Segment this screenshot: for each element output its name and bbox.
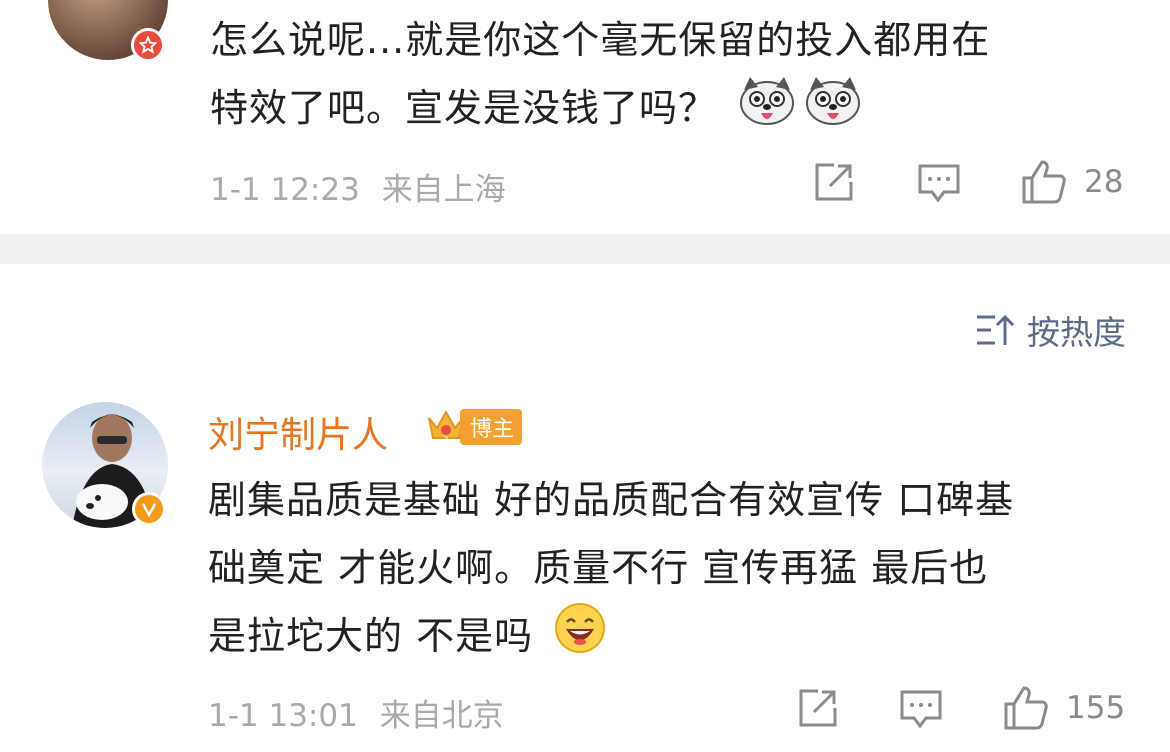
verified-badge-icon bbox=[132, 492, 166, 526]
reply-button[interactable] bbox=[916, 160, 962, 206]
comment-text-segment: 特效了吧。宣发是没钱了吗？ bbox=[210, 86, 718, 130]
comment-time: 1-1 12:23 bbox=[210, 172, 360, 208]
share-button[interactable] bbox=[796, 686, 840, 730]
thumbs-up-icon bbox=[1022, 160, 1066, 204]
husky-emoji-icon bbox=[804, 75, 862, 146]
comment-text-line: 剧集品质是基础 好的品质配合有效宣传 口碑基 bbox=[208, 478, 1015, 522]
verified-badge-icon bbox=[131, 28, 165, 62]
share-icon bbox=[799, 689, 837, 727]
like-count: 28 bbox=[1084, 164, 1124, 200]
sort-label: 按热度 bbox=[1027, 313, 1126, 352]
like-button[interactable]: 155 bbox=[1002, 684, 1125, 732]
comment-location: 来自北京 bbox=[379, 698, 504, 734]
like-count: 155 bbox=[1066, 690, 1126, 726]
comment-item: 刘宁制片人 7 博主 剧集品质是基础 好的品质配合有效宣传 口碑基 础奠定 才能… bbox=[0, 380, 1170, 752]
comment-text: 怎么说呢...就是你这个毫无保留的投入都用在 特效了吧。宣发是没钱了吗？ bbox=[210, 6, 1130, 146]
comment-text-segment: 是拉坨大的 不是吗 bbox=[208, 614, 534, 658]
blogger-badge: 7 博主 bbox=[426, 408, 523, 446]
like-button[interactable]: 28 bbox=[1020, 158, 1123, 206]
laughing-emoji-icon bbox=[554, 602, 606, 675]
comment-text-line: 特效了吧。宣发是没钱了吗？ bbox=[210, 74, 1130, 146]
sort-by-hot-button[interactable]: 按热度 bbox=[975, 306, 1126, 354]
comment-location: 来自上海 bbox=[381, 172, 506, 208]
comment-icon bbox=[918, 164, 960, 203]
sort-icon bbox=[977, 314, 1015, 345]
comment-time: 1-1 13:01 bbox=[208, 698, 358, 734]
comment-text-line: 是拉坨大的 不是吗 bbox=[208, 602, 1148, 675]
svg-text:7: 7 bbox=[443, 436, 449, 446]
husky-emoji-icon bbox=[738, 75, 796, 146]
comment-text-line: 础奠定 才能火啊。质量不行 宣传再猛 最后也 bbox=[208, 546, 989, 590]
thumbs-up-icon bbox=[1004, 686, 1048, 730]
section-divider bbox=[0, 234, 1170, 264]
comment-icon bbox=[900, 690, 942, 729]
comment-item: 怎么说呢...就是你这个毫无保留的投入都用在 特效了吧。宣发是没钱了吗？ 1-1… bbox=[0, 0, 1170, 234]
share-icon bbox=[815, 163, 853, 201]
comment-meta: 1-1 13:01 来自北京 bbox=[208, 690, 504, 735]
username-link[interactable]: 刘宁制片人 bbox=[208, 406, 388, 458]
comment-text: 剧集品质是基础 好的品质配合有效宣传 口碑基 础奠定 才能火啊。质量不行 宣传再… bbox=[208, 466, 1148, 675]
blogger-tag: 博主 bbox=[460, 409, 523, 445]
comment-meta: 1-1 12:23 来自上海 bbox=[210, 164, 506, 209]
reply-button[interactable] bbox=[898, 686, 944, 732]
comment-text-line: 怎么说呢...就是你这个毫无保留的投入都用在 bbox=[210, 18, 991, 62]
share-button[interactable] bbox=[812, 160, 856, 204]
